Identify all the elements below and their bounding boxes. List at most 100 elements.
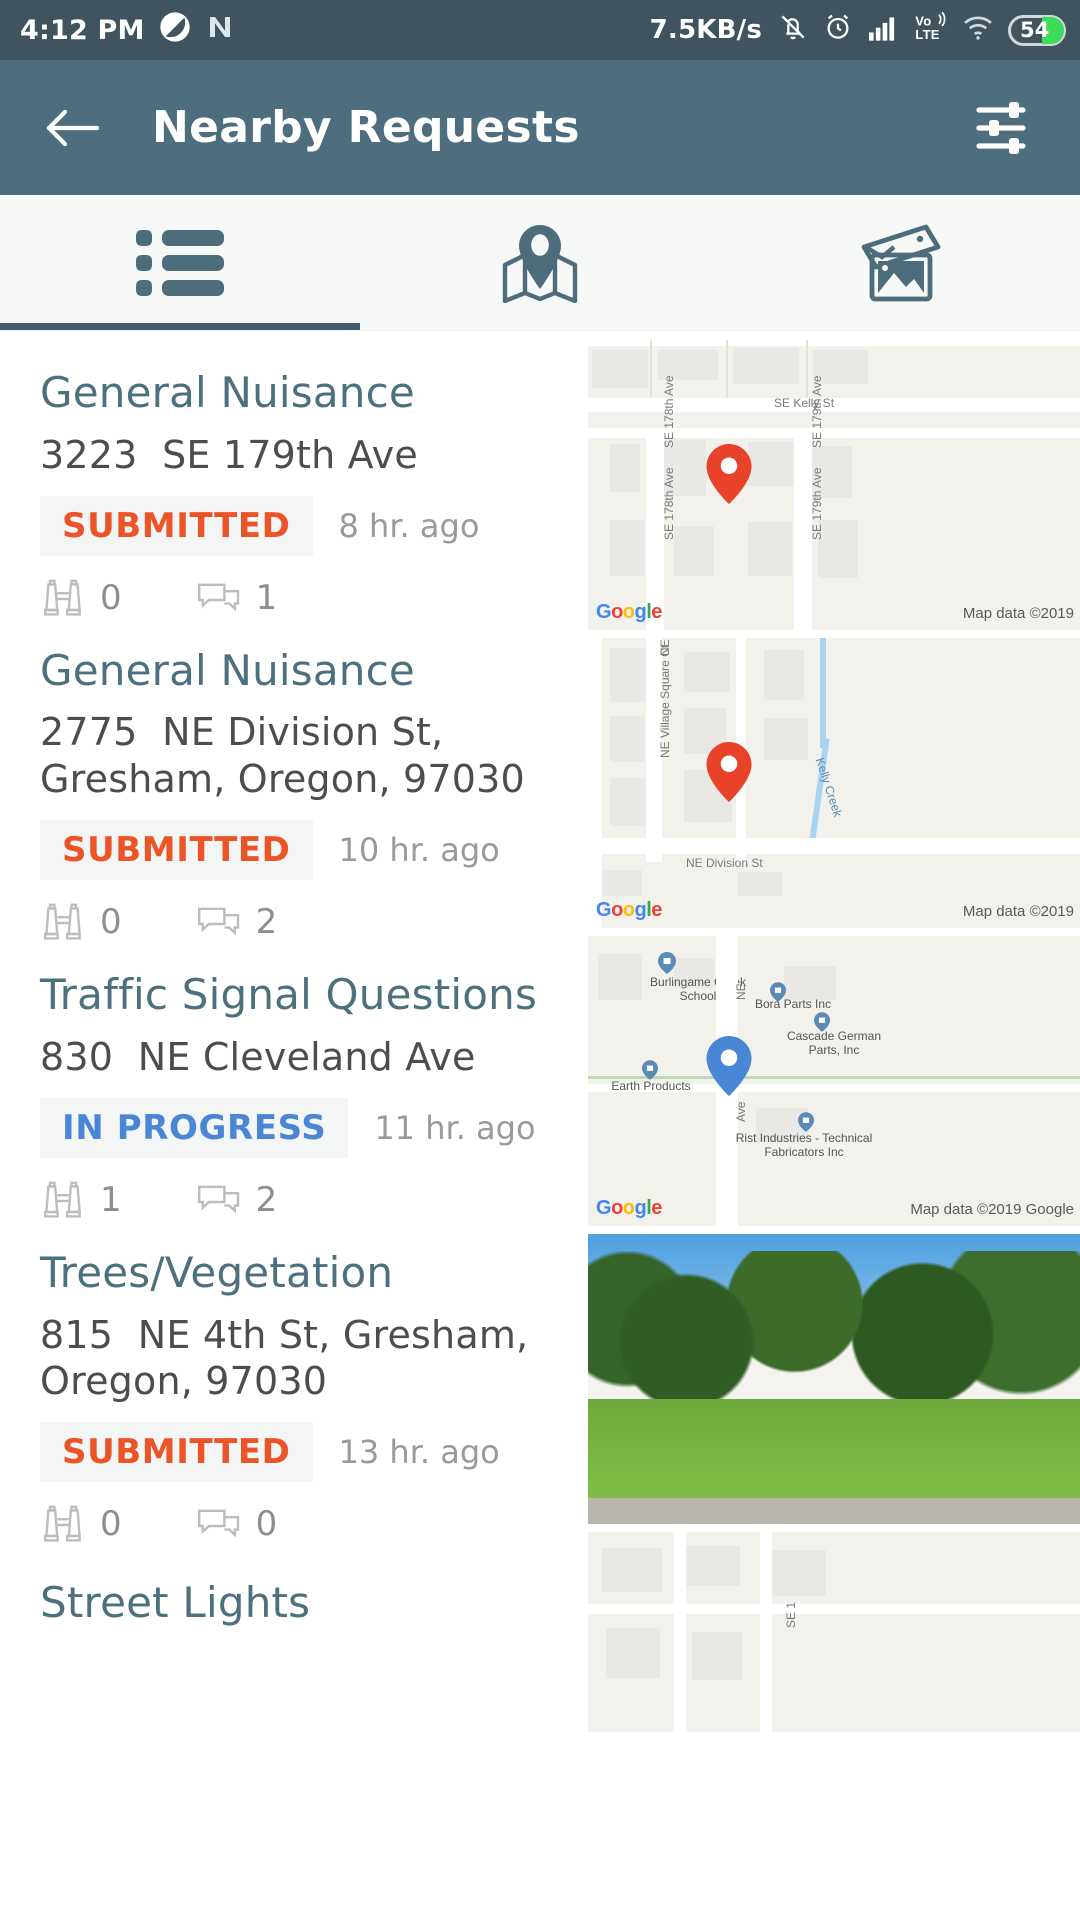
filter-button[interactable]	[960, 85, 1046, 171]
list-view-icon	[136, 229, 224, 296]
comment-count-value: 2	[255, 1180, 278, 1221]
network-speed-label: 7.5KB/s	[649, 15, 762, 45]
tab-indicator	[0, 323, 360, 330]
watch-count-value: 0	[100, 902, 122, 943]
watch-count-value: 0	[100, 577, 122, 618]
map-street-label: SE 179th Ave	[810, 467, 824, 540]
binoculars-icon	[43, 1181, 81, 1218]
google-logo-g2: g	[634, 1197, 647, 1219]
meta-row: 1 2	[40, 1180, 548, 1220]
request-address: 830 NE Cleveland Ave	[40, 1034, 548, 1080]
request-list-item[interactable]: Traffic Signal Questions 830 NE Clevelan…	[0, 942, 588, 1220]
comment-count[interactable]: 0	[196, 1504, 278, 1545]
comment-count[interactable]: 2	[196, 902, 278, 943]
speech-bubbles-icon	[197, 1185, 239, 1214]
request-map-thumbnail[interactable]: SE Kelly St SE 178th Ave SE 179th Ave SE…	[588, 340, 1080, 630]
status-row: IN PROGRESS 11 hr. ago	[40, 1098, 548, 1159]
map-pin-icon	[502, 224, 578, 303]
time-ago-label: 11 hr. ago	[374, 1109, 536, 1148]
request-title: Trees/Vegetation	[40, 1248, 394, 1298]
watch-count[interactable]: 0	[40, 578, 122, 618]
binoculars-icon	[43, 579, 81, 616]
request-map-thumbnail[interactable]: NE Village Square Ct NE Village Square C…	[588, 638, 1080, 928]
map-street-label: NE	[734, 983, 748, 1000]
binoculars-icon	[43, 1505, 81, 1542]
request-address: 815 NE 4th St, Gresham, Oregon, 97030	[40, 1312, 548, 1405]
address-street: SE 179th Ave	[162, 432, 418, 477]
google-logo-o2: o	[622, 1197, 635, 1219]
battery-icon: 54	[1008, 14, 1066, 46]
speech-bubbles-icon	[197, 907, 239, 936]
request-list[interactable]: General Nuisance 3223 SE 179th Ave SUBMI…	[0, 330, 588, 1920]
google-logo: Google	[596, 601, 662, 624]
google-logo-o2: o	[622, 899, 635, 921]
address-number: 815	[40, 1312, 114, 1357]
request-list-item[interactable]: General Nuisance 2775 NE Division St, Gr…	[0, 618, 588, 942]
address-street: NE 4th St, Gresham, Oregon, 97030	[40, 1312, 529, 1403]
battery-level-label: 54	[1020, 17, 1050, 42]
address-street: NE Cleveland Ave	[137, 1034, 476, 1079]
request-list-item[interactable]: Street Lights	[0, 1544, 588, 1628]
comment-count[interactable]: 2	[196, 1180, 278, 1221]
comment-count-value: 2	[255, 902, 278, 943]
content-area: General Nuisance 3223 SE 179th Ave SUBMI…	[0, 330, 1080, 1920]
meta-row: 0 2	[40, 902, 548, 942]
photo-gallery-icon	[861, 224, 941, 301]
watch-count-value: 0	[100, 1504, 122, 1545]
google-logo-o1: o	[611, 1197, 623, 1219]
request-title: General Nuisance	[40, 645, 415, 695]
map-attribution: Map data ©2019	[962, 605, 1074, 622]
comment-count-value: 0	[255, 1504, 278, 1545]
volte-bottom-text: LTE	[915, 26, 940, 41]
back-button[interactable]	[34, 89, 112, 167]
request-title: Traffic Signal Questions	[40, 970, 538, 1020]
request-photo-thumbnail[interactable]	[588, 1234, 1080, 1524]
request-title: Street Lights	[40, 1578, 311, 1628]
thumbnail-column: SE Kelly St SE 178th Ave SE 179th Ave SE…	[588, 330, 1080, 1920]
status-badge: IN PROGRESS	[40, 1098, 349, 1159]
request-title: General Nuisance	[40, 368, 415, 417]
map-marker-icon	[706, 444, 752, 504]
request-list-item[interactable]: General Nuisance 3223 SE 179th Ave SUBMI…	[0, 340, 588, 618]
request-map-thumbnail[interactable]: SE 1	[588, 1532, 1080, 1732]
watch-count[interactable]: 1	[40, 1180, 122, 1220]
status-row: SUBMITTED 13 hr. ago	[40, 1422, 548, 1483]
alarm-icon	[822, 11, 854, 50]
meta-row: 0 0	[40, 1504, 548, 1544]
google-logo-o1: o	[611, 601, 623, 623]
speech-bubbles-icon	[197, 1509, 239, 1538]
request-list-item[interactable]: Trees/Vegetation 815 NE 4th St, Gresham,…	[0, 1220, 588, 1544]
map-attribution: Map data ©2019	[962, 903, 1074, 920]
watch-count[interactable]: 0	[40, 902, 122, 942]
request-map-thumbnail[interactable]: Burlingame Creek School Bora Parts Inc C…	[588, 936, 1080, 1226]
map-poi-label: Earth Products	[611, 1079, 691, 1093]
app-badge-icon	[159, 11, 191, 50]
comment-count[interactable]: 1	[196, 578, 277, 618]
status-bar-left: 4:12 PM	[20, 11, 235, 50]
binoculars-icon	[43, 903, 81, 940]
status-bar-right: 7.5KB/s Vo LTE 54	[650, 11, 1066, 50]
volte-icon: Vo LTE	[914, 11, 948, 50]
meta-row: 0 1	[40, 578, 548, 618]
map-poi-label: Rist Industries - Technical Fabricators …	[735, 1131, 873, 1159]
google-logo: Google	[596, 1197, 662, 1220]
status-badge: SUBMITTED	[40, 495, 313, 556]
map-poi-label: Cascade German Parts, Inc	[786, 1029, 882, 1057]
wifi-icon	[961, 12, 995, 49]
tab-list[interactable]	[0, 195, 360, 330]
map-marker-icon	[706, 742, 752, 802]
google-logo: Google	[596, 899, 662, 922]
status-bar: 4:12 PM 7.5KB/s Vo LTE 54	[0, 0, 1080, 60]
address-number: 3223	[40, 432, 138, 477]
page-title: Nearby Requests	[152, 102, 580, 153]
google-logo-e: e	[651, 1197, 662, 1219]
tab-photos[interactable]	[720, 195, 1080, 330]
map-street-label: SE 1	[784, 1601, 798, 1628]
map-poi-pin-icon	[798, 1112, 814, 1132]
map-attribution: Map data ©2019 Google	[910, 1201, 1074, 1218]
status-row: SUBMITTED 8 hr. ago	[40, 495, 548, 556]
map-poi-pin-icon	[642, 1060, 658, 1080]
tab-map[interactable]	[360, 195, 720, 330]
map-marker-icon	[706, 1036, 752, 1096]
watch-count[interactable]: 0	[40, 1504, 122, 1544]
